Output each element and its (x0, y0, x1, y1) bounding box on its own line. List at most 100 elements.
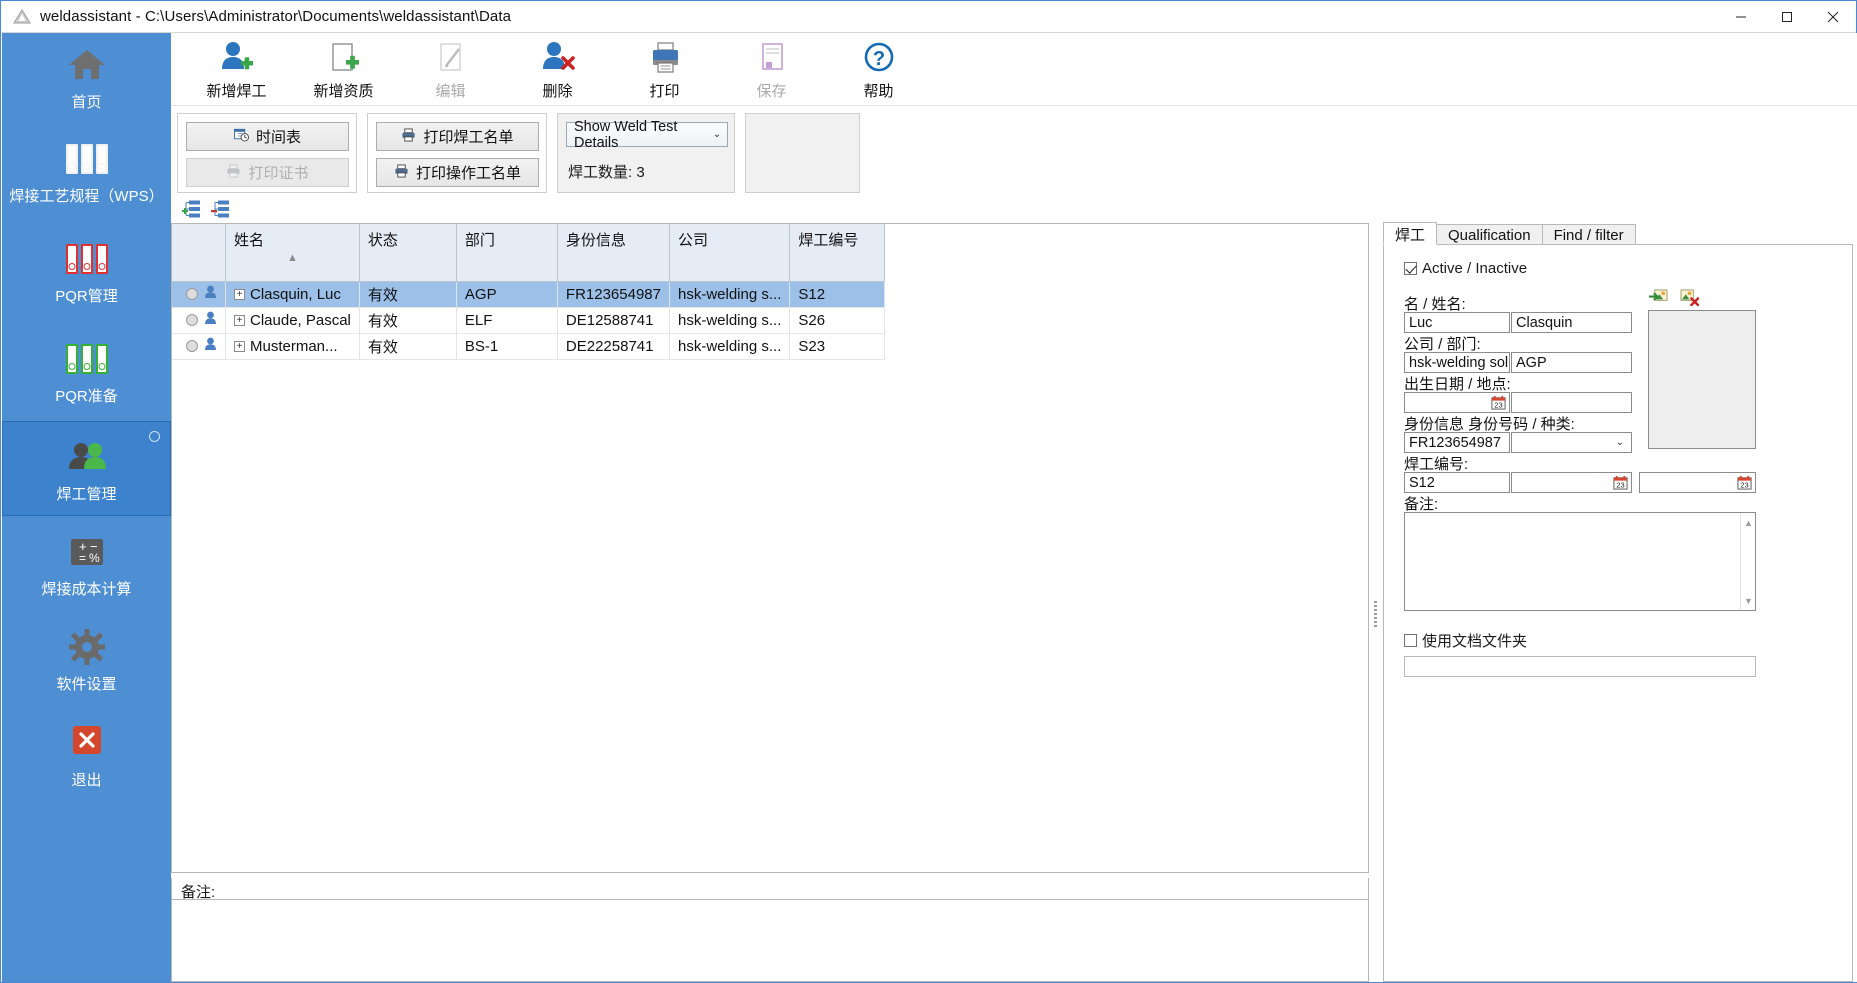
tab-qualification[interactable]: Qualification (1436, 224, 1543, 245)
sidebar-item-pqr-preparation[interactable]: PQR准备 (2, 321, 171, 421)
remarks-scrollbar[interactable]: ▲ ▼ (1740, 513, 1755, 610)
name-field-label: 名 / 姓名: (1404, 296, 1466, 313)
sidebar-item-exit[interactable]: 退出 (2, 706, 171, 801)
print-certificate-button-label: 打印证书 (248, 165, 309, 182)
sidebar-item-home[interactable]: 首页 (2, 33, 171, 121)
detail-panel: 焊工 Qualification Find / filter Active / … (1383, 222, 1853, 982)
scroll-up-icon[interactable]: ▲ (1741, 515, 1756, 530)
row-indicator-cell[interactable] (172, 307, 226, 334)
bottom-remarks-box[interactable] (171, 899, 1369, 982)
minimize-button[interactable] (1718, 1, 1764, 33)
panel-splitter[interactable] (1371, 223, 1380, 982)
ribbon-delete[interactable]: 删除 (504, 33, 611, 103)
row-indicator-cell[interactable] (172, 333, 226, 360)
department-input[interactable]: AGP (1511, 352, 1632, 373)
ribbon-add-qualification[interactable]: 新增资质 (290, 33, 397, 103)
sidebar-item-wps[interactable]: 焊接工艺规程（WPS） (2, 121, 171, 221)
birth-place-input[interactable] (1511, 392, 1632, 413)
calendar-icon[interactable]: 23 (1491, 395, 1506, 414)
panel-remarks-textarea[interactable]: ▲ ▼ (1404, 512, 1756, 611)
ribbon-print[interactable]: 打印 (611, 33, 718, 103)
expand-row-icon[interactable]: + (234, 289, 245, 301)
ribbon-add-welder[interactable]: 新增焊工 (183, 33, 290, 103)
binders-red-icon (65, 236, 108, 282)
print-operator-list-button[interactable]: 打印操作工名单 (376, 158, 539, 187)
grid-toolbar (179, 199, 1179, 223)
print-welder-list-button[interactable]: 打印焊工名单 (376, 122, 539, 151)
column-header-label: 部门 (464, 232, 495, 249)
column-header-label: 状态 (367, 232, 398, 249)
expand-row-icon[interactable]: + (234, 315, 245, 327)
column-header-company[interactable]: 公司 (669, 224, 791, 282)
ribbon-edit[interactable]: 编辑 (397, 33, 504, 103)
row-selector-icon[interactable] (186, 314, 198, 326)
table-row[interactable]: + Musterman... 有效 BS-1 DE22258741 hsk-wel… (172, 333, 886, 360)
chevron-down-icon: ⌄ (1615, 437, 1624, 448)
sidebar-item-welder-management[interactable]: 焊工管理 (2, 421, 171, 516)
ribbon-button-label: 新增资质 (313, 83, 374, 100)
sidebar-item-settings[interactable]: 软件设置 (2, 611, 171, 706)
welder-date-1-input[interactable]: 23 (1511, 472, 1632, 493)
column-header-rowselect[interactable] (172, 224, 226, 282)
welder-date-2-input[interactable]: 23 (1639, 472, 1756, 493)
sidebar-item-cost-calculation[interactable]: + − = % 焊接成本计算 (2, 516, 171, 611)
cell-name: + Claude, Pascal (225, 307, 360, 334)
doc-folder-path-input[interactable] (1404, 656, 1756, 677)
column-header-status[interactable]: 状态 (359, 224, 457, 282)
scroll-down-icon[interactable]: ▼ (1741, 593, 1756, 608)
id-number-input[interactable]: FR123654987 (1404, 432, 1510, 453)
ribbon-save[interactable]: 保存 (718, 33, 825, 103)
expand-all-icon[interactable] (182, 200, 202, 223)
svg-text:=: = (79, 551, 86, 565)
column-header-label: 身份信息 (565, 232, 626, 249)
print-operator-list-button-label: 打印操作工名单 (415, 165, 521, 182)
column-header-id-info[interactable]: 身份信息 (557, 224, 670, 282)
use-doc-folder-checkbox[interactable]: 使用文档文件夹 (1404, 630, 1527, 651)
welder-photo-placeholder[interactable] (1648, 310, 1756, 449)
tab-find-filter[interactable]: Find / filter (1541, 224, 1636, 245)
table-row[interactable]: + Clasquin, Luc 有效 AGP FR123654987 hsk-we… (172, 281, 886, 308)
column-header-label: 焊工编号 (798, 232, 859, 249)
sidebar-item-pqr-management[interactable]: PQR管理 (2, 221, 171, 321)
welder-count-value: 3 (636, 164, 645, 181)
id-type-dropdown[interactable]: ⌄ (1511, 432, 1632, 453)
sort-ascending-icon: ▲ (287, 252, 298, 264)
ribbon-button-label: 删除 (542, 83, 573, 100)
welder-table[interactable]: 姓名 ▲ 状态 部门 身份信息 公司 焊工编号 + Clasquin, Luc … (171, 223, 1369, 873)
calendar-icon[interactable]: 23 (1737, 475, 1752, 494)
calendar-icon[interactable]: 23 (1613, 475, 1628, 494)
weld-test-details-dropdown[interactable]: Show Weld Test Details ⌄ (566, 119, 728, 151)
expand-row-icon[interactable]: + (234, 341, 245, 353)
printer-small-icon (394, 163, 409, 182)
birth-date-input[interactable]: 23 (1404, 392, 1510, 413)
cell-company: hsk-welding s... (669, 281, 791, 308)
ribbon-help[interactable]: ? 帮助 (825, 33, 932, 103)
row-selector-icon[interactable] (186, 340, 198, 352)
column-header-department[interactable]: 部门 (456, 224, 558, 282)
title-bar: weldassistant - C:\Users\Administrator\D… (1, 1, 1856, 33)
collapse-all-icon[interactable] (211, 200, 231, 223)
first-name-input[interactable]: Luc (1404, 312, 1510, 333)
chevron-down-icon: ⌄ (712, 129, 722, 140)
active-inactive-checkbox[interactable]: Active / Inactive (1404, 260, 1527, 277)
column-header-name[interactable]: 姓名 ▲ (225, 224, 360, 282)
column-header-welder-no[interactable]: 焊工编号 (789, 224, 886, 282)
welder-no-value: S12 (1409, 474, 1435, 491)
close-button[interactable] (1810, 1, 1856, 33)
table-row[interactable]: + Claude, Pascal 有效 ELF DE12588741 hsk-we… (172, 307, 886, 334)
sidebar-item-label: 软件设置 (56, 675, 117, 693)
photo-import-button[interactable] (1649, 289, 1668, 310)
photo-delete-button[interactable] (1680, 289, 1700, 310)
maximize-button[interactable] (1764, 1, 1810, 33)
last-name-input[interactable]: Clasquin (1511, 312, 1632, 333)
tab-welder[interactable]: 焊工 (1383, 222, 1438, 245)
schedule-button[interactable]: 时间表 (186, 122, 349, 151)
company-input[interactable]: hsk-welding solutions (1404, 352, 1510, 373)
welder-table-element: 姓名 ▲ 状态 部门 身份信息 公司 焊工编号 + Clasquin, Luc … (172, 224, 886, 360)
svg-text:23: 23 (1616, 481, 1624, 490)
row-selector-icon[interactable] (186, 288, 198, 300)
group-schedule: 时间表 打印证书 (177, 113, 357, 193)
print-certificate-button[interactable]: 打印证书 (186, 158, 349, 187)
row-indicator-cell[interactable] (172, 281, 226, 308)
welder-no-input[interactable]: S12 (1404, 472, 1510, 493)
